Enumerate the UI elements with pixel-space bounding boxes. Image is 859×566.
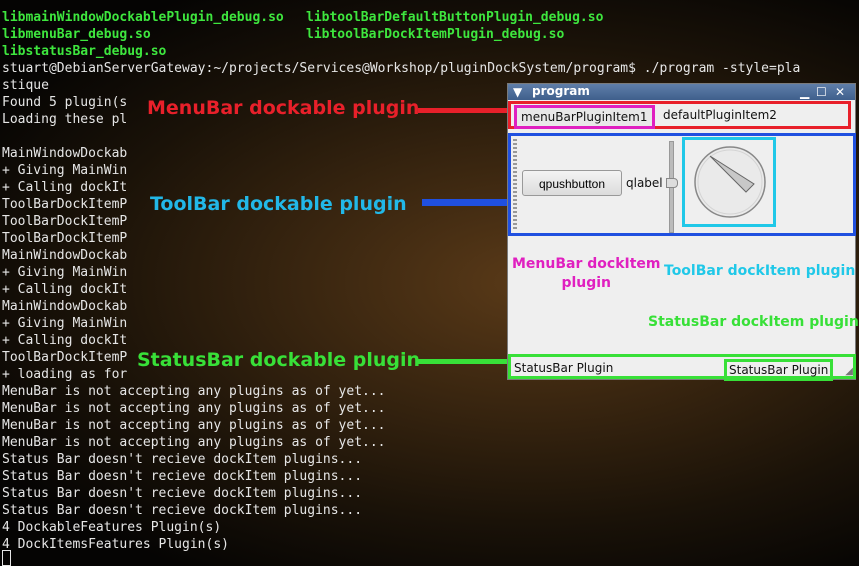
terminal-output-line: + Calling dockIt bbox=[2, 282, 128, 297]
terminal-output-line: + Giving MainWin bbox=[2, 163, 128, 178]
terminal-output-line: Status Bar doesn't recieve dockItem plug… bbox=[2, 486, 363, 501]
window-title: program bbox=[532, 84, 590, 98]
terminal-output-line: Loading these pl bbox=[2, 112, 128, 127]
terminal-output-line: + Calling dockIt bbox=[2, 333, 128, 348]
terminal-output-line: Found 5 plugin(s bbox=[2, 95, 128, 110]
terminal-lib-line: libmenuBar_debug.so bbox=[2, 27, 151, 42]
terminal-output-line: MenuBar is not accepting any plugins as … bbox=[2, 435, 386, 450]
qlabel-label: qlabel bbox=[626, 176, 663, 190]
minimize-icon[interactable]: ▁ bbox=[800, 84, 809, 100]
statusbar-dockable-label: StatusBar dockable plugin bbox=[137, 349, 421, 371]
toolbar-callout-connector bbox=[422, 199, 507, 206]
terminal-output-line: MenuBar is not accepting any plugins as … bbox=[2, 384, 386, 399]
terminal-output-line: MainWindowDockab bbox=[2, 248, 128, 263]
close-icon[interactable]: ✕ bbox=[835, 84, 845, 100]
toolbar-dockable-label: ToolBar dockable plugin bbox=[150, 193, 407, 215]
terminal-output-line: ToolBarDockItemP bbox=[2, 197, 128, 212]
terminal-lib-line: libtoolBarDockItemPlugin_debug.so bbox=[306, 27, 565, 42]
terminal-output-line: Status Bar doesn't recieve dockItem plug… bbox=[2, 469, 363, 484]
slider-handle[interactable] bbox=[666, 178, 678, 188]
terminal-output-line: + Calling dockIt bbox=[2, 180, 128, 195]
window-menu-icon[interactable]: ▼ bbox=[513, 84, 522, 100]
toolbar-dockitem-label: ToolBar dockItem plugin bbox=[664, 263, 856, 279]
terminal-output-line: Status Bar doesn't recieve dockItem plug… bbox=[2, 503, 363, 518]
terminal-output-line: + Giving MainWin bbox=[2, 316, 128, 331]
terminal-output-line: stique bbox=[2, 78, 49, 93]
menu-item-menubarpluginitem1[interactable]: menuBarPluginItem1 bbox=[514, 105, 655, 129]
terminal-output-line: stuart@DebianServerGateway:~/projects/Se… bbox=[2, 61, 801, 76]
maximize-icon[interactable]: ☐ bbox=[816, 84, 827, 100]
terminal-output-line: 4 DockItemsFeatures Plugin(s) bbox=[2, 537, 229, 552]
terminal-output-line: MenuBar is not accepting any plugins as … bbox=[2, 418, 386, 433]
terminal-lib-line: libtoolBarDefaultButtonPlugin_debug.so bbox=[306, 10, 604, 25]
terminal-output-line: MainWindowDockab bbox=[2, 299, 128, 314]
terminal-output-line: MainWindowDockab bbox=[2, 146, 128, 161]
terminal-output-line: ToolBarDockItemP bbox=[2, 231, 128, 246]
terminal-output-line: 4 DockableFeatures Plugin(s) bbox=[2, 520, 222, 535]
statusbar-callout-connector bbox=[418, 359, 510, 364]
menubar-dockitem-label: MenuBar dockItem plugin bbox=[512, 256, 661, 291]
terminal-lib-line: libstatusBar_debug.so bbox=[2, 44, 167, 59]
statusbar-right-text: StatusBar Plugin bbox=[724, 359, 834, 381]
terminal-cursor bbox=[2, 549, 11, 566]
terminal-output-line: Status Bar doesn't recieve dockItem plug… bbox=[2, 452, 363, 467]
terminal-output-line: MenuBar is not accepting any plugins as … bbox=[2, 401, 386, 416]
terminal-output-line: + Giving MainWin bbox=[2, 265, 128, 280]
program-window[interactable]: ▼ program ▁ ☐ ✕ menuBarPluginItem1 defau… bbox=[507, 83, 856, 381]
terminal-output-line: + loading as for bbox=[2, 367, 128, 382]
terminal-output-line: ToolBarDockItemP bbox=[2, 214, 128, 229]
terminal-lib-line: libmainWindowDockablePlugin_debug.so bbox=[2, 10, 284, 25]
menubar-dockable-label: MenuBar dockable plugin bbox=[147, 97, 420, 119]
terminal-output-line: ToolBarDockItemP bbox=[2, 350, 128, 365]
window-titlebar[interactable]: ▼ program ▁ ☐ ✕ bbox=[508, 84, 855, 100]
qpushbutton-button[interactable]: qpushbutton bbox=[522, 170, 622, 196]
resize-grip-icon[interactable]: ◢ bbox=[845, 366, 853, 377]
statusbar-left-text: StatusBar Plugin bbox=[514, 361, 614, 375]
dial-widget[interactable] bbox=[692, 142, 768, 222]
statusbar-dockitem-label: StatusBar dockItem plugin bbox=[648, 314, 859, 330]
menu-item-defaultpluginitem2[interactable]: defaultPluginItem2 bbox=[663, 108, 777, 122]
toolbar-grip-handle[interactable] bbox=[513, 139, 517, 229]
menubar-callout-connector bbox=[418, 108, 508, 113]
